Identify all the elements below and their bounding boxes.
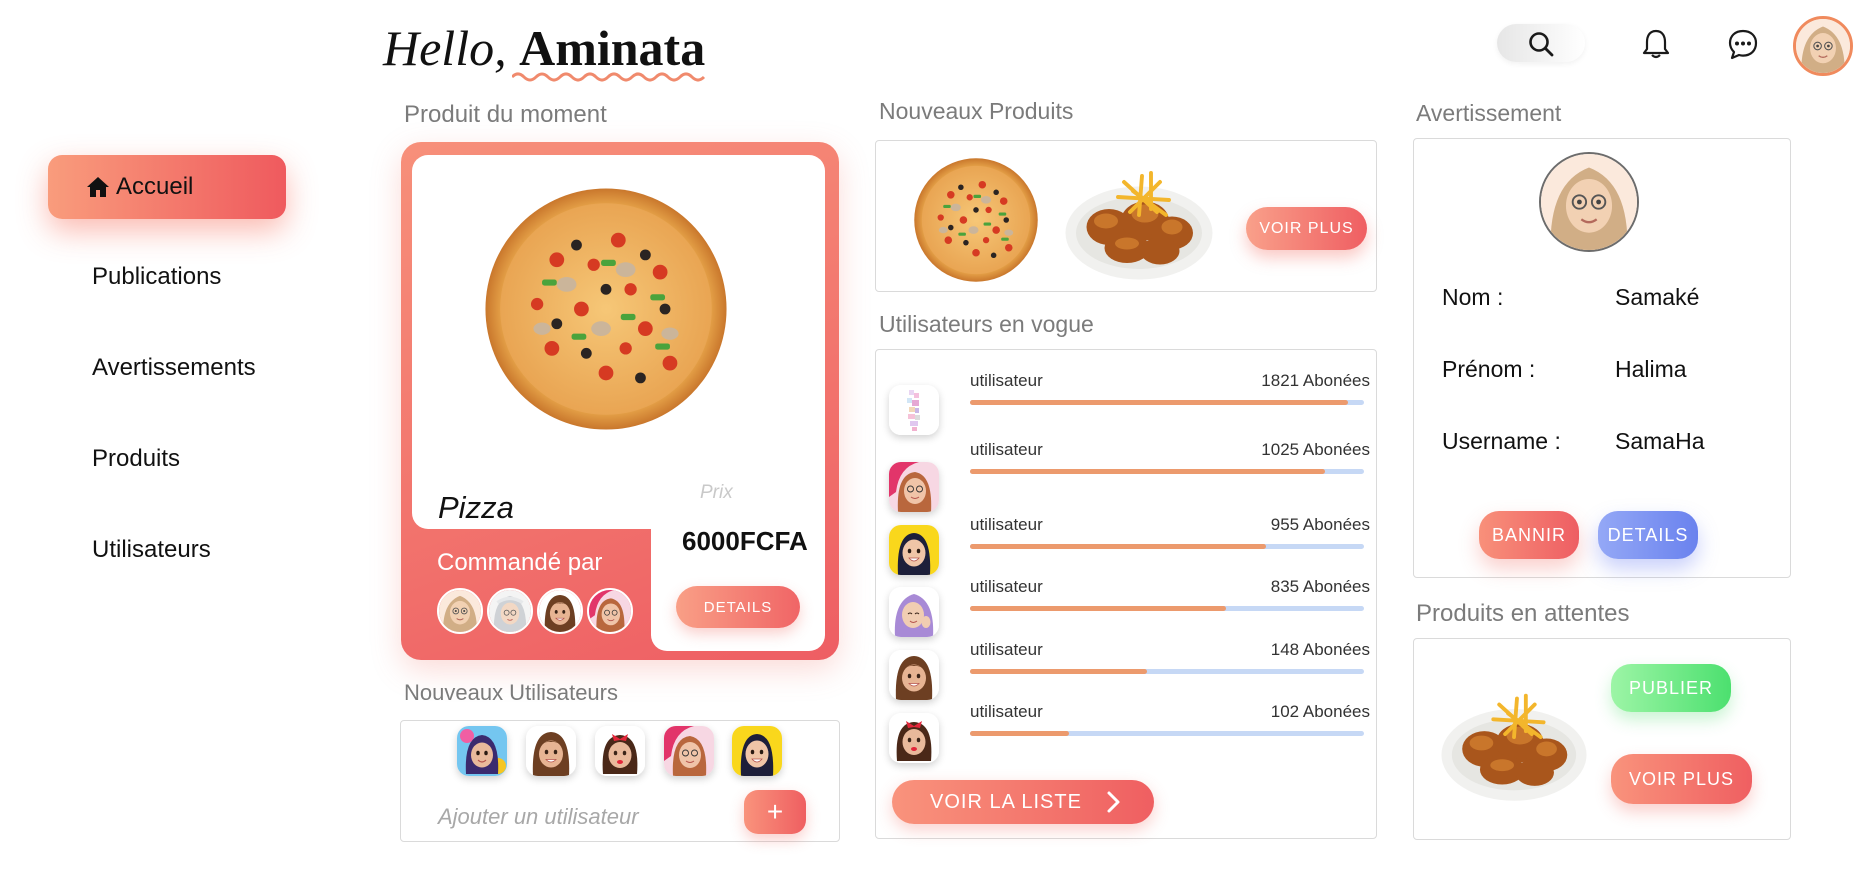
followers-bar	[970, 606, 1364, 611]
avatar[interactable]	[889, 385, 939, 435]
sidebar-item-publications[interactable]: Publications	[48, 245, 286, 309]
avatar[interactable]	[889, 462, 939, 512]
followers-bar-fill	[970, 400, 1349, 405]
field-label: Prénom :	[1442, 356, 1536, 382]
pizza-image[interactable]	[483, 186, 729, 432]
followers-bar	[970, 400, 1364, 405]
ordered-by-label: Commandé par	[437, 549, 603, 576]
field-label: Username :	[1442, 428, 1561, 454]
field-value: Halima	[1615, 356, 1687, 382]
wavy-underline	[512, 72, 706, 82]
featured-title: Produit du moment	[404, 101, 607, 128]
avatar[interactable]	[889, 650, 939, 700]
chat-icon[interactable]	[1725, 26, 1761, 62]
avatar[interactable]	[664, 726, 714, 776]
pizza-image[interactable]	[905, 157, 1047, 283]
trending-user-followers: 1025 Abonées	[1261, 440, 1370, 459]
sidebar-item-label: Accueil	[116, 173, 194, 200]
price-label: Prix	[700, 482, 733, 503]
sidebar-item-label: Produits	[92, 445, 181, 472]
avatar[interactable]	[595, 726, 645, 776]
trending-user-followers: 1821 Abonées	[1261, 371, 1370, 390]
add-user-button[interactable]: +	[744, 790, 806, 834]
sidebar-item-label: Avertissements	[92, 354, 256, 381]
trending-user-name: utilisateur	[970, 440, 1043, 459]
followers-bar-fill	[970, 544, 1266, 549]
sidebar-item-produits[interactable]: Produits	[48, 427, 286, 491]
warning-title: Avertissement	[1416, 100, 1562, 126]
avatar[interactable]	[526, 726, 576, 776]
trending-user-followers: 102 Abonées	[1270, 702, 1370, 721]
pending-more-button[interactable]: VOIR PLUS	[1611, 754, 1752, 804]
greeting-username: Aminata	[519, 20, 706, 76]
avatar[interactable]	[889, 525, 939, 575]
sidebar-item-label: Utilisateurs	[92, 536, 211, 563]
new-products-title: Nouveaux Produits	[879, 98, 1074, 124]
avatar[interactable]	[437, 588, 483, 634]
trending-user-name: utilisateur	[970, 640, 1043, 659]
product-name: Pizza	[438, 490, 514, 525]
followers-bar-fill	[970, 606, 1227, 611]
trending-user-name: utilisateur	[970, 702, 1043, 721]
featured-details-button[interactable]: DETAILS	[676, 586, 800, 628]
trending-user-name: utilisateur	[970, 371, 1043, 390]
greeting-hello: Hello,	[383, 20, 507, 76]
warning-details-button[interactable]: DETAILS	[1598, 511, 1698, 559]
ban-button[interactable]: BANNIR	[1479, 511, 1579, 559]
followers-bar-fill	[970, 731, 1069, 736]
sidebar-item-avertissements[interactable]: Avertissements	[48, 336, 286, 400]
avatar[interactable]	[889, 713, 939, 763]
sidebar-item-accueil[interactable]: Accueil	[48, 155, 286, 219]
view-list-button[interactable]: VOIR LA LISTE	[892, 780, 1154, 824]
pending-products-title: Produits en attentes	[1416, 600, 1630, 627]
followers-bar-fill	[970, 669, 1148, 674]
trending-user-name: utilisateur	[970, 515, 1043, 534]
avatar[interactable]	[732, 726, 782, 776]
product-price: 6000FCFA	[682, 526, 808, 556]
field-label: Nom :	[1442, 284, 1504, 310]
field-value: SamaHa	[1615, 428, 1705, 454]
chicken-image[interactable]	[1440, 678, 1588, 808]
search-icon	[1529, 32, 1554, 57]
new-products-more-button[interactable]: VOIR PLUS	[1246, 207, 1367, 250]
field-value: Samaké	[1615, 284, 1700, 310]
view-list-label: VOIR LA LISTE	[930, 790, 1082, 813]
avatar[interactable]	[889, 587, 939, 637]
sidebar-item-label: Publications	[92, 263, 222, 290]
home-icon	[87, 177, 109, 197]
bell-icon[interactable]	[1638, 26, 1674, 62]
profile-avatar[interactable]	[1793, 16, 1853, 76]
followers-bar	[970, 469, 1364, 474]
greeting: Hello, Aminata	[383, 18, 705, 78]
trending-user-name: utilisateur	[970, 577, 1043, 596]
avatar[interactable]	[487, 588, 533, 634]
trending-user-followers: 835 Abonées	[1270, 577, 1370, 596]
followers-bar	[970, 544, 1364, 549]
chevron-right-icon	[1107, 791, 1120, 813]
avatar[interactable]	[1539, 152, 1639, 252]
trending-user-followers: 955 Abonées	[1270, 515, 1370, 534]
avatar[interactable]	[537, 588, 583, 634]
publish-button[interactable]: PUBLIER	[1611, 664, 1731, 712]
search-button[interactable]	[1497, 24, 1585, 62]
chicken-image[interactable]	[1064, 160, 1214, 282]
trending-user-followers: 148 Abonées	[1270, 640, 1370, 659]
sidebar-item-utilisateurs[interactable]: Utilisateurs	[48, 518, 286, 582]
followers-bar	[970, 669, 1364, 674]
new-users-title: Nouveaux Utilisateurs	[404, 680, 618, 705]
add-user-input[interactable]: Ajouter un utilisateur	[438, 804, 639, 830]
followers-bar	[970, 731, 1364, 736]
trending-users-title: Utilisateurs en vogue	[879, 311, 1094, 337]
avatar[interactable]	[587, 588, 633, 634]
avatar[interactable]	[457, 726, 507, 776]
followers-bar-fill	[970, 469, 1325, 474]
